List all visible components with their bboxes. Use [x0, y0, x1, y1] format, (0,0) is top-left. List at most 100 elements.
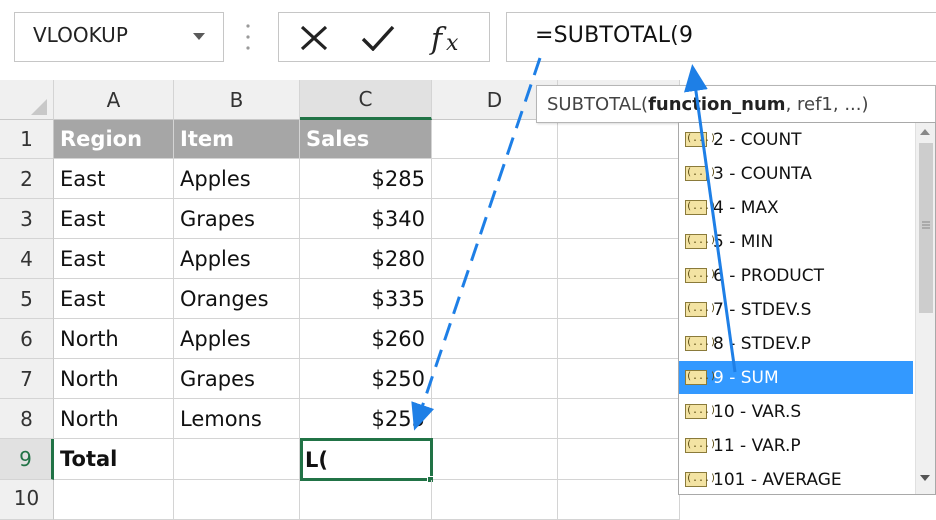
- scroll-up-arrow-icon[interactable]: [920, 129, 930, 135]
- cell-e4[interactable]: [558, 239, 680, 279]
- cell-d7[interactable]: [432, 359, 558, 399]
- cell-d10[interactable]: [432, 480, 558, 520]
- tooltip-function-name[interactable]: SUBTOTAL(: [547, 94, 648, 115]
- cell-e5[interactable]: [558, 279, 680, 319]
- cell-b1[interactable]: Item: [174, 120, 300, 159]
- cell-d9[interactable]: [433, 439, 558, 480]
- row-header-3[interactable]: 3: [0, 199, 54, 239]
- fx-icon[interactable]: f x: [429, 19, 473, 57]
- function-icon: (...): [685, 370, 716, 385]
- autocomplete-item[interactable]: (...) 5 - MIN: [679, 225, 913, 258]
- row-header-10[interactable]: 10: [0, 480, 54, 520]
- cell-a7[interactable]: North: [54, 359, 174, 399]
- cell-c1[interactable]: Sales: [300, 120, 432, 159]
- cell-d1[interactable]: [432, 120, 558, 159]
- row-header-2[interactable]: 2: [0, 159, 54, 199]
- cell-a4[interactable]: East: [54, 239, 174, 279]
- cell-e6[interactable]: [558, 319, 680, 359]
- cancel-x-icon[interactable]: [299, 25, 329, 51]
- autocomplete-item[interactable]: (...) 8 - STDEV.P: [679, 327, 913, 360]
- autocomplete-item[interactable]: (...) 6 - PRODUCT: [679, 259, 913, 292]
- cell-a1[interactable]: Region: [54, 120, 174, 159]
- autocomplete-item[interactable]: (...) 7 - STDEV.S: [679, 293, 913, 326]
- autocomplete-item[interactable]: (...) 11 - VAR.P: [679, 429, 913, 462]
- cell-b3[interactable]: Grapes: [174, 199, 300, 239]
- tooltip-rest-args[interactable]: , ref1, ...): [786, 94, 869, 115]
- column-header-b[interactable]: B: [174, 80, 300, 120]
- cell-e1[interactable]: [558, 120, 680, 159]
- cell-d5[interactable]: [432, 279, 558, 319]
- autocomplete-item-label: 3 - COUNTA: [713, 163, 812, 184]
- cell-b8[interactable]: Lemons: [174, 399, 300, 439]
- cell-c4[interactable]: $280: [300, 239, 432, 279]
- autocomplete-item-label: 11 - VAR.P: [713, 435, 801, 456]
- cell-e9[interactable]: [558, 439, 680, 480]
- cell-b7[interactable]: Grapes: [174, 359, 300, 399]
- autocomplete-item[interactable]: (...) 3 - COUNTA: [679, 157, 913, 190]
- cell-b10[interactable]: [174, 480, 300, 520]
- cell-b5[interactable]: Oranges: [174, 279, 300, 319]
- cell-c3[interactable]: $340: [300, 199, 432, 239]
- row-header-4[interactable]: 4: [0, 239, 54, 279]
- name-box[interactable]: VLOOKUP: [14, 12, 224, 62]
- cell-b9[interactable]: [174, 439, 300, 480]
- cell-e10[interactable]: [558, 480, 680, 520]
- cell-e7[interactable]: [558, 359, 680, 399]
- cell-d3[interactable]: [432, 199, 558, 239]
- cell-a3[interactable]: East: [54, 199, 174, 239]
- autocomplete-item-label: 10 - VAR.S: [713, 401, 802, 422]
- scrollbar-thumb[interactable]: [919, 143, 933, 313]
- autocomplete-item-selected[interactable]: (...) 9 - SUM: [679, 361, 913, 394]
- drag-handle-icon[interactable]: [246, 20, 250, 54]
- cell-c5[interactable]: $335: [300, 279, 432, 319]
- autocomplete-item[interactable]: (...) 2 - COUNT: [679, 123, 913, 156]
- cell-a2[interactable]: East: [54, 159, 174, 199]
- cell-e3[interactable]: [558, 199, 680, 239]
- cell-d4[interactable]: [432, 239, 558, 279]
- cell-a8[interactable]: North: [54, 399, 174, 439]
- row-header-8[interactable]: 8: [0, 399, 54, 439]
- cell-d2[interactable]: [432, 159, 558, 199]
- function-num-autocomplete-list: (...) 2 - COUNT (...) 3 - COUNTA (...) 4 - …: [678, 122, 936, 495]
- cell-e2[interactable]: [558, 159, 680, 199]
- row-header-6[interactable]: 6: [0, 319, 54, 359]
- autocomplete-item[interactable]: (...) 101 - AVERAGE: [679, 463, 913, 496]
- cell-c7[interactable]: $250: [300, 359, 432, 399]
- cell-a5[interactable]: East: [54, 279, 174, 319]
- cell-a9[interactable]: Total: [54, 439, 174, 480]
- row-header-7[interactable]: 7: [0, 359, 54, 399]
- cell-c6[interactable]: $260: [300, 319, 432, 359]
- cell-c10[interactable]: [300, 480, 432, 520]
- cell-a6[interactable]: North: [54, 319, 174, 359]
- cell-d6[interactable]: [432, 319, 558, 359]
- row-header-5[interactable]: 5: [0, 279, 54, 319]
- autocomplete-item[interactable]: (...) 4 - MAX: [679, 191, 913, 224]
- column-header-c[interactable]: C: [300, 80, 432, 120]
- autocomplete-item-label: 5 - MIN: [713, 231, 774, 252]
- autocomplete-scrollbar[interactable]: [915, 123, 935, 494]
- autocomplete-item[interactable]: (...) 10 - VAR.S: [679, 395, 913, 428]
- cell-c8[interactable]: $255: [300, 399, 432, 439]
- formula-input[interactable]: =SUBTOTAL(9: [506, 12, 936, 62]
- select-all-corner[interactable]: [0, 80, 54, 120]
- active-cell-c9[interactable]: L(: [300, 438, 433, 481]
- cell-a10[interactable]: [54, 480, 174, 520]
- svg-text:x: x: [446, 31, 459, 56]
- row-header-9[interactable]: 9: [0, 439, 54, 480]
- function-icon: (...): [685, 234, 716, 249]
- function-tooltip: SUBTOTAL(function_num, ref1, ...): [536, 85, 936, 123]
- cell-c2[interactable]: $285: [300, 159, 432, 199]
- scroll-grip-icon: [922, 221, 930, 229]
- cell-d8[interactable]: [432, 399, 558, 439]
- enter-check-icon[interactable]: [361, 25, 395, 51]
- tooltip-current-arg[interactable]: function_num: [648, 94, 785, 115]
- worksheet-grid: A B C D 1 Region Item Sales 2 East Apple…: [0, 80, 680, 520]
- cell-b2[interactable]: Apples: [174, 159, 300, 199]
- cell-b6[interactable]: Apples: [174, 319, 300, 359]
- row-header-1[interactable]: 1: [0, 120, 54, 159]
- cell-e8[interactable]: [558, 399, 680, 439]
- column-header-a[interactable]: A: [54, 80, 174, 120]
- cell-b4[interactable]: Apples: [174, 239, 300, 279]
- scroll-down-arrow-icon[interactable]: [920, 475, 930, 481]
- dropdown-arrow-icon[interactable]: [193, 33, 205, 40]
